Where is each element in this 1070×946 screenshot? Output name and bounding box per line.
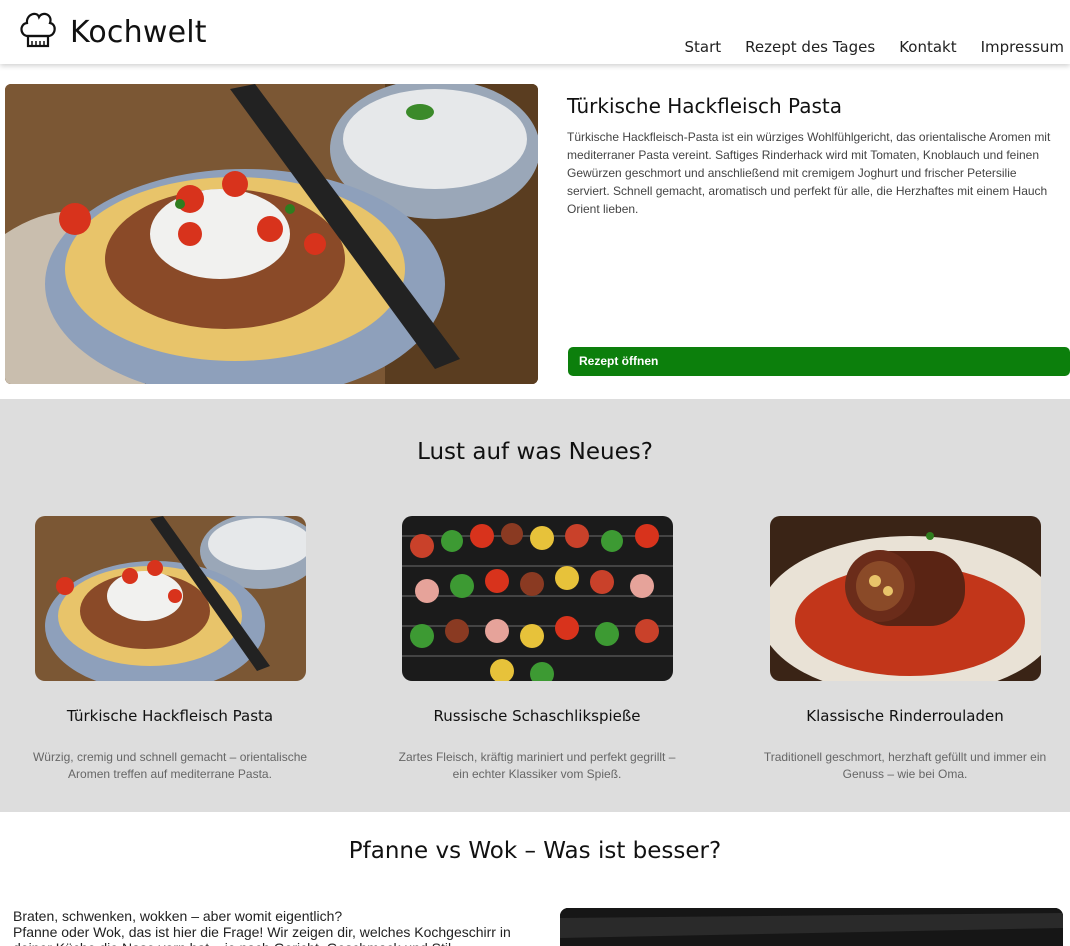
nav-start[interactable]: Start (685, 38, 722, 56)
recipe-card-description: Zartes Fleisch, kräftig mariniert und pe… (398, 750, 676, 781)
open-recipe-button[interactable]: Rezept öffnen (568, 347, 1070, 376)
recipe-card-description: Würzig, cremig und schnell gemacht – ori… (32, 750, 308, 781)
main-nav: Start Rezept des Tages Kontakt Impressum (661, 38, 1064, 56)
recipe-card-title: Türkische Hackfleisch Pasta (66, 707, 274, 725)
article-body: Pfanne oder Wok, das ist hier die Frage!… (13, 924, 511, 946)
featured-recipe-title: Türkische Hackfleisch Pasta (567, 94, 842, 118)
logo[interactable]: Kochwelt (18, 8, 207, 57)
recipe-card-description: Traditionell geschmort, herzhaft gefüllt… (763, 750, 1047, 781)
nav-kontakt[interactable]: Kontakt (899, 38, 956, 56)
featured-recipe: Türkische Hackfleisch Pasta Türkische Ha… (0, 76, 1070, 399)
recipe-card-image (401, 516, 673, 681)
featured-recipe-image (5, 84, 538, 384)
article-image (560, 908, 1063, 946)
suggestions-heading: Lust auf was Neues? (417, 439, 653, 465)
featured-recipe-description: Türkische Hackfleisch-Pasta ist ein würz… (567, 130, 1051, 216)
nav-rezept-des-tages[interactable]: Rezept des Tages (745, 38, 875, 56)
recipe-card-image (769, 516, 1041, 681)
site-header: Kochwelt Start Rezept des Tages Kontakt … (0, 0, 1070, 64)
suggestions-section: Lust auf was Neues? Türkische Hackfleisc… (0, 399, 1070, 812)
nav-impressum[interactable]: Impressum (981, 38, 1064, 56)
article-heading: Pfanne vs Wok – Was ist besser? (348, 838, 722, 864)
recipe-card-schaschlik[interactable]: Russische Schaschlikspieße Zartes Fleisc… (372, 516, 702, 783)
article-intro: Braten, schwenken, wokken – aber womit e… (13, 908, 343, 924)
recipe-card-pasta[interactable]: Türkische Hackfleisch Pasta Würzig, crem… (5, 516, 335, 783)
recipe-card-title: Russische Schaschlikspieße (433, 707, 641, 725)
recipe-card-rinderrouladen[interactable]: Klassische Rinderrouladen Traditionell g… (740, 516, 1070, 783)
recipe-card-image (34, 516, 306, 681)
chef-hat-icon (18, 8, 58, 57)
article-text: Braten, schwenken, wokken – aber womit e… (13, 908, 523, 946)
recipe-card-title: Klassische Rinderrouladen (806, 707, 1004, 725)
brand-name: Kochwelt (70, 15, 207, 50)
